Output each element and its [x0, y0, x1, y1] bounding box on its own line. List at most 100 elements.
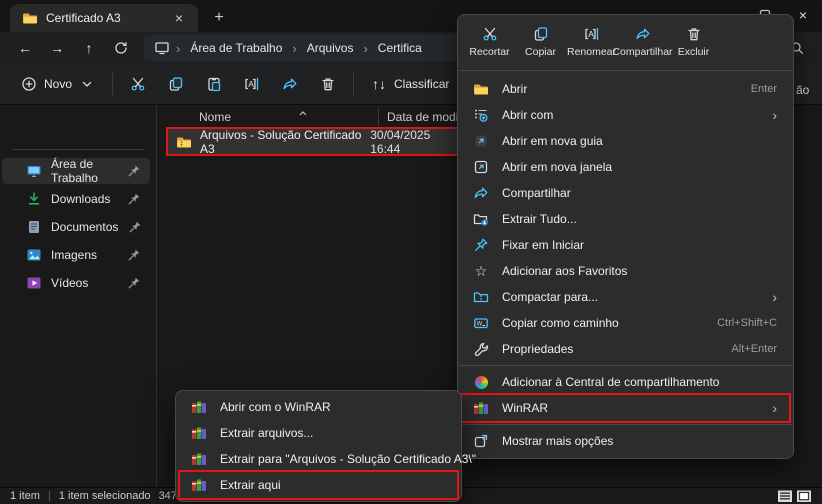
context-menu-item-copiar-como-caminho[interactable]: W Copiar como caminho Ctrl+Shift+C — [462, 310, 789, 336]
winrar-submenu-item-extrair-aqui[interactable]: Extrair aqui — [180, 472, 457, 498]
file-row-arquivos-solucao-certificado-a3[interactable]: Arquivos - Solução Certificado A330/04/2… — [168, 129, 461, 154]
share-button[interactable] — [273, 69, 307, 99]
scissors-icon — [130, 76, 146, 92]
breadcrumb-items: ›Área de Trabalho›Arquivos›Certifica — [174, 40, 426, 56]
breadcrumb-chevron-icon: › — [174, 41, 182, 56]
pictures-icon — [26, 247, 42, 263]
rename-icon: A — [244, 76, 260, 92]
context-command-bar: RecortarCopiarARenomearCompartilhar Exclu… — [458, 15, 793, 67]
sidebar: Área de Trabalho Downloads DocumentosImage… — [0, 105, 157, 487]
command-renomear[interactable]: ARenomear — [566, 19, 617, 65]
sidebar-item-videos[interactable]: Vídeos — [2, 270, 150, 296]
command-recortar[interactable]: Recortar — [464, 19, 515, 65]
svg-text:A: A — [248, 79, 254, 89]
context-menu-item-extrair-tudo[interactable]: Extrair Tudo... — [462, 206, 789, 232]
breadcrumb-item-arquivos[interactable]: Arquivos — [303, 40, 358, 56]
explorer-tab[interactable]: Certificado A3 × — [10, 4, 198, 32]
context-menu-item-compactar-para[interactable]: Compactar para...› — [462, 284, 789, 310]
trash-icon — [686, 26, 702, 42]
menu-item-label: Mostrar mais opções — [502, 434, 613, 448]
paste-button[interactable] — [197, 69, 231, 99]
sidebar-item-label: Vídeos — [51, 276, 88, 290]
context-menu-item-abrir-em-nova-janela[interactable]: Abrir em nova janela — [462, 154, 789, 180]
sidebar-item-area-de-trabalho[interactable]: Área de Trabalho — [2, 158, 150, 184]
context-menu-item-abrir-em-nova-guia[interactable]: Abrir em nova guia — [462, 128, 789, 154]
copy-button[interactable] — [159, 69, 193, 99]
svg-text:W: W — [477, 322, 483, 328]
menu-separator — [459, 424, 792, 425]
context-menu-items: AbrirEnterAbrir com›Abrir em nova guiaAb… — [458, 74, 793, 454]
downloads-icon — [26, 191, 42, 207]
command-copiar[interactable]: Copiar — [515, 19, 566, 65]
command-label: Excluir — [678, 46, 710, 58]
new-button[interactable]: Novo — [12, 69, 104, 99]
star-icon: ☆ — [473, 263, 489, 279]
context-menu-item-abrir[interactable]: AbrirEnter — [462, 76, 789, 102]
arrow-left-button[interactable]: ← — [10, 34, 40, 62]
context-menu-item-winrar[interactable]: WinRAR› — [462, 395, 789, 421]
rename-button[interactable]: A — [235, 69, 269, 99]
context-menu-item-fixar-em-iniciar[interactable]: Fixar em Iniciar — [462, 232, 789, 258]
sidebar-item-documentos[interactable]: Documentos — [2, 214, 150, 240]
chevron-down-icon — [79, 76, 95, 92]
status-separator: | — [48, 490, 51, 502]
new-tab-button[interactable]: + — [208, 7, 230, 29]
list-view-button[interactable] — [777, 488, 793, 504]
sidebar-item-imagens[interactable]: Imagens — [2, 242, 150, 268]
svg-text:A: A — [588, 29, 594, 39]
sidebar-item-downloads[interactable]: Downloads — [2, 186, 150, 212]
scissors-button[interactable] — [121, 69, 155, 99]
menu-item-label: Extrair arquivos... — [220, 426, 313, 440]
copy-icon — [168, 76, 184, 92]
breadcrumb-item-area-de-trabalho[interactable]: Área de Trabalho — [186, 40, 286, 56]
videos-icon — [26, 275, 42, 291]
sidebar-divider — [12, 149, 144, 150]
breadcrumb-item-certifica[interactable]: Certifica — [374, 40, 426, 56]
sidebar-item-label: Downloads — [51, 192, 110, 206]
context-menu-item-propriedades[interactable]: PropriedadesAlt+Enter — [462, 336, 789, 362]
properties-icon — [473, 341, 489, 357]
context-menu-item-mostrar-mais-opcoes[interactable]: Mostrar mais opções — [462, 428, 789, 454]
thumbnail-view-button[interactable] — [796, 488, 812, 504]
winrar-submenu-item-abrir-com-o-winrar[interactable]: Abrir com o WinRAR — [180, 394, 457, 420]
zip-folder-icon — [176, 134, 192, 150]
menu-item-label: Compartilhar — [502, 186, 571, 200]
pin-icon — [126, 247, 142, 263]
compress-icon — [473, 289, 489, 305]
menu-item-label: Copiar como caminho — [502, 316, 619, 330]
arrow-right-button: → — [42, 34, 72, 62]
winrar-submenu-item-extrair-arquivos[interactable]: Extrair arquivos... — [180, 420, 457, 446]
copy-path-icon: W — [473, 315, 489, 331]
more-options-icon — [473, 433, 489, 449]
sidebar-items: Área de Trabalho Downloads DocumentosImage… — [0, 158, 156, 296]
submenu-arrow-icon: › — [772, 400, 777, 416]
context-menu-item-compartilhar[interactable]: Compartilhar — [462, 180, 789, 206]
refresh-button[interactable] — [106, 34, 136, 62]
tab-close-icon[interactable]: × — [168, 7, 190, 29]
winrar-submenu-item-extrair-para-arquivos-solucao-certificado-a3[interactable]: Extrair para "Arquivos - Solução Certifi… — [180, 446, 457, 472]
menu-item-label: Extrair Tudo... — [502, 212, 577, 226]
breadcrumb-chevron-icon: › — [290, 41, 298, 56]
trash-button[interactable] — [311, 69, 345, 99]
command-compartilhar[interactable]: Compartilhar — [617, 19, 668, 65]
menu-item-label: Adicionar aos Favoritos — [502, 264, 627, 278]
menu-item-shortcut: Ctrl+Shift+C — [717, 317, 777, 329]
menu-item-shortcut: Alt+Enter — [731, 343, 777, 355]
command-excluir[interactable]: Excluir — [668, 19, 719, 65]
context-menu: RecortarCopiarARenomearCompartilharExclu… — [457, 14, 794, 459]
menu-item-label: Abrir com — [502, 108, 553, 122]
context-menu-item-adicionar-a-central-de-compartilhamento[interactable]: Adicionar à Central de compartilhamento — [462, 369, 789, 395]
share-center-icon — [473, 374, 489, 390]
folder-icon — [473, 81, 489, 97]
menu-item-label: Adicionar à Central de compartilhamento — [502, 375, 719, 389]
share-icon — [282, 76, 298, 92]
submenu-arrow-icon: › — [772, 289, 777, 305]
menu-item-label: Abrir em nova janela — [502, 160, 612, 174]
context-menu-item-adicionar-aos-favoritos[interactable]: ☆ Adicionar aos Favoritos — [462, 258, 789, 284]
menu-separator — [459, 70, 792, 71]
arrow-up-button[interactable]: ↑ — [74, 34, 104, 62]
menu-item-label: Extrair para "Arquivos - Solução Certifi… — [220, 452, 476, 466]
context-menu-item-abrir-com[interactable]: Abrir com› — [462, 102, 789, 128]
column-header-nome[interactable]: Nome — [157, 108, 379, 126]
file-name: Arquivos - Solução Certificado A3 — [200, 128, 362, 156]
